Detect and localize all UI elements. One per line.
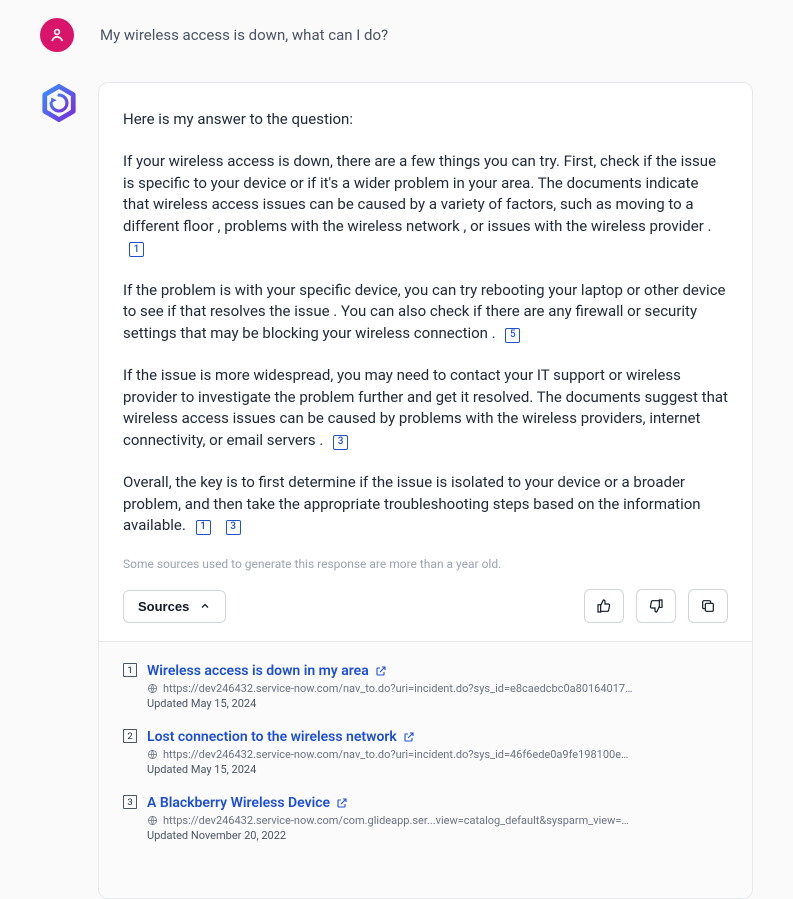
globe-icon <box>147 683 158 694</box>
source-number: 3 <box>123 795 137 809</box>
user-avatar <box>40 18 74 52</box>
thumbs-up-icon <box>596 598 612 614</box>
source-updated: Updated May 15, 2024 <box>147 763 728 776</box>
source-url: https://dev246432.service-now.com/nav_to… <box>163 682 633 695</box>
globe-icon <box>147 815 158 826</box>
answer-actions-row: Sources <box>123 589 728 641</box>
source-url: https://dev246432.service-now.com/nav_to… <box>163 748 633 761</box>
globe-icon <box>147 749 158 760</box>
source-updated: Updated May 15, 2024 <box>147 697 728 710</box>
source-updated: Updated November 20, 2022 <box>147 829 728 842</box>
sources-toggle-button[interactable]: Sources <box>123 590 226 623</box>
source-url: https://dev246432.service-now.com/com.gl… <box>163 814 633 827</box>
sources-stale-note: Some sources used to generate this respo… <box>123 557 728 571</box>
answer-paragraph-4: Overall, the key is to first determine i… <box>123 472 728 537</box>
answer-paragraph-1: If your wireless access is down, there a… <box>123 151 728 260</box>
citation-chip[interactable]: 3 <box>226 520 241 535</box>
chevron-up-icon <box>199 600 211 612</box>
thumbs-down-button[interactable] <box>636 589 676 623</box>
source-number: 2 <box>123 729 137 743</box>
external-link-icon <box>336 797 348 809</box>
source-title-link[interactable]: Wireless access is down in my area <box>147 663 387 679</box>
source-title-link[interactable]: A Blackberry Wireless Device <box>147 795 348 811</box>
citation-chip[interactable]: 1 <box>129 242 144 257</box>
copy-icon <box>700 598 716 614</box>
source-url-row: https://dev246432.service-now.com/nav_to… <box>147 682 728 695</box>
user-question-text: My wireless access is down, what can I d… <box>100 26 388 44</box>
answer-body: Here is my answer to the question: If yo… <box>123 109 728 537</box>
thumbs-down-icon <box>648 598 664 614</box>
thumbs-up-button[interactable] <box>584 589 624 623</box>
citation-chip[interactable]: 3 <box>333 435 348 450</box>
answer-paragraph-3: If the issue is more widespread, you may… <box>123 365 728 452</box>
answer-intro: Here is my answer to the question: <box>123 109 728 131</box>
assistant-answer-card: Here is my answer to the question: If yo… <box>98 82 753 899</box>
assistant-avatar <box>40 84 78 122</box>
source-item: 3 A Blackberry Wireless Device https://dev… <box>123 792 728 842</box>
user-message-row: My wireless access is down, what can I d… <box>40 18 753 52</box>
external-link-icon <box>375 665 387 677</box>
source-item: 1 Wireless access is down in my area https… <box>123 660 728 710</box>
user-icon <box>48 26 66 44</box>
sources-panel: 1 Wireless access is down in my area https… <box>99 641 752 898</box>
answer-paragraph-2: If the problem is with your specific dev… <box>123 280 728 345</box>
copy-button[interactable] <box>688 589 728 623</box>
source-url-row: https://dev246432.service-now.com/nav_to… <box>147 748 728 761</box>
source-title-link[interactable]: Lost connection to the wireless network <box>147 729 415 745</box>
citation-chip[interactable]: 5 <box>505 328 520 343</box>
citation-chip[interactable]: 1 <box>196 520 211 535</box>
external-link-icon <box>403 731 415 743</box>
sources-button-label: Sources <box>138 599 189 614</box>
source-number: 1 <box>123 663 137 677</box>
assistant-message-row: Here is my answer to the question: If yo… <box>40 82 753 899</box>
source-item: 2 Lost connection to the wireless network… <box>123 726 728 776</box>
source-url-row: https://dev246432.service-now.com/com.gl… <box>147 814 728 827</box>
